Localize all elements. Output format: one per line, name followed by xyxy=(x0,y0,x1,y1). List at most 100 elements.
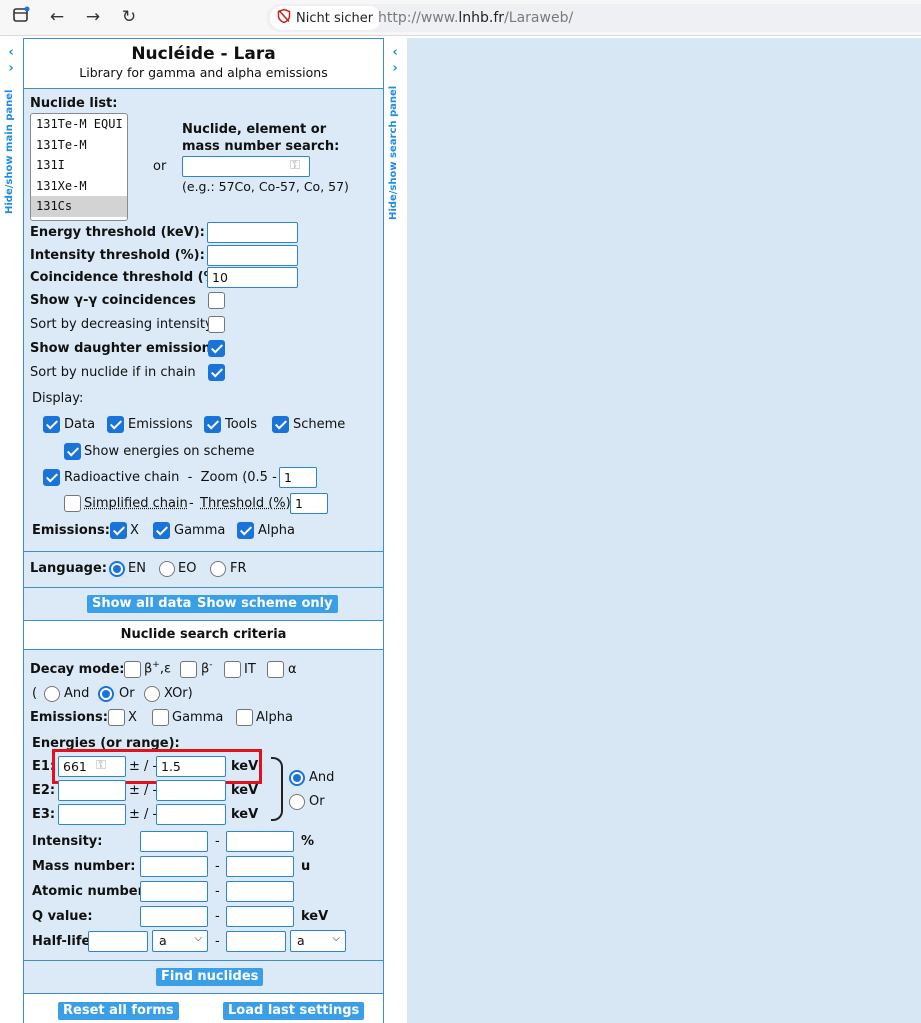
simplified-chain-checkbox[interactable] xyxy=(64,495,81,512)
atomic-min-input[interactable] xyxy=(140,881,208,902)
list-item[interactable]: 131Te-M EQUI xyxy=(31,114,127,135)
emissions-alpha-checkbox[interactable] xyxy=(237,522,254,539)
decay-it-checkbox[interactable] xyxy=(224,661,241,678)
open-paren: ( xyxy=(32,686,38,701)
intensity-min-input[interactable] xyxy=(140,831,208,852)
reset-all-forms-button[interactable]: Reset all forms xyxy=(58,1002,179,1020)
language-en-radio[interactable] xyxy=(109,561,125,577)
q-max-input[interactable] xyxy=(226,906,294,927)
half-life-max-unit-select[interactable]: a ⌵ xyxy=(290,930,346,952)
display-scheme-checkbox[interactable] xyxy=(272,416,289,433)
search-label-line2: mass number search: xyxy=(182,139,340,154)
intensity-unit: % xyxy=(301,834,315,849)
show-daughter-checkbox[interactable] xyxy=(208,340,225,357)
criteria-gamma-checkbox[interactable] xyxy=(152,709,169,726)
intensity-threshold-label: Intensity threshold (%): xyxy=(30,248,205,263)
criteria-gamma-label: Gamma xyxy=(172,710,224,725)
coincidence-threshold-input[interactable]: 10 xyxy=(207,267,298,288)
decay-and-label: And xyxy=(64,686,90,701)
display-tools-checkbox[interactable] xyxy=(204,416,221,433)
find-nuclides-button[interactable]: Find nuclides xyxy=(156,968,264,986)
energy-threshold-input[interactable] xyxy=(207,222,298,243)
tab-overview-icon[interactable] xyxy=(10,6,32,28)
decay-mode-label: Decay mode: xyxy=(30,662,125,677)
decay-beta-plus-checkbox[interactable] xyxy=(124,661,141,678)
list-item[interactable]: 131I xyxy=(31,155,127,176)
q-unit: keV xyxy=(301,909,329,924)
language-eo-radio[interactable] xyxy=(159,561,175,577)
security-indicator[interactable]: Nicht sicher xyxy=(270,6,382,30)
chevron-left-icon[interactable]: ‹ xyxy=(4,46,18,59)
decay-or-label: Or xyxy=(119,686,135,701)
toggle-search-panel-label[interactable]: Hide/show search panel xyxy=(388,86,402,220)
e3-label: E3: xyxy=(32,807,56,822)
intensity-max-input[interactable] xyxy=(226,831,294,852)
emissions-gamma-label: Gamma xyxy=(174,523,226,538)
e2-tolerance-input[interactable] xyxy=(156,780,226,801)
url-text[interactable]: http://www.lnhb.fr/Laraweb/ xyxy=(378,10,573,26)
address-bar[interactable]: Nicht sicher http://www.lnhb.fr/Laraweb/ xyxy=(266,4,921,32)
show-energies-checkbox[interactable] xyxy=(64,443,81,460)
decay-it-label: IT xyxy=(244,662,256,677)
show-gg-coincidences-checkbox[interactable] xyxy=(208,292,225,309)
energies-or-radio[interactable] xyxy=(289,794,305,810)
threshold-input[interactable]: 1 xyxy=(290,493,328,514)
range-dash: - xyxy=(215,834,220,849)
search-panel-toggle[interactable]: ‹ › Hide/show search panel xyxy=(384,38,407,1023)
list-item[interactable]: 131Xe-M xyxy=(31,176,127,197)
nuclide-listbox[interactable]: 131Te-M EQUI 131Te-M 131I 131Xe-M 131Cs xyxy=(30,113,128,221)
e3-plusminus: ± / - xyxy=(129,807,158,822)
simplified-chain-label: Simplified chain xyxy=(84,496,188,511)
emissions-x-label: X xyxy=(130,523,139,538)
toggle-main-panel-label[interactable]: Hide/show main panel xyxy=(4,90,18,214)
radioactive-chain-checkbox[interactable] xyxy=(43,469,60,486)
half-life-min-input[interactable] xyxy=(88,931,148,952)
criteria-emissions-label: Emissions: xyxy=(30,710,108,725)
q-min-input[interactable] xyxy=(140,906,208,927)
decay-beta-minus-checkbox[interactable] xyxy=(180,661,197,678)
energies-and-radio[interactable] xyxy=(289,770,305,786)
chevron-right-icon[interactable]: › xyxy=(388,62,402,75)
criteria-alpha-checkbox[interactable] xyxy=(236,709,253,726)
display-data-checkbox[interactable] xyxy=(43,416,60,433)
emissions-x-checkbox[interactable] xyxy=(110,522,127,539)
emissions-gamma-checkbox[interactable] xyxy=(153,522,170,539)
range-dash: - xyxy=(215,909,220,924)
mass-max-input[interactable] xyxy=(226,856,294,877)
panel-header: Nucléide - Lara Library for gamma and al… xyxy=(24,39,383,89)
atomic-max-input[interactable] xyxy=(226,881,294,902)
load-last-settings-button[interactable]: Load last settings xyxy=(223,1002,365,1020)
coincidence-threshold-label: Coincidence threshold (%): xyxy=(30,270,228,285)
back-icon[interactable]: ← xyxy=(46,6,68,28)
zoom-input[interactable]: 1 xyxy=(279,467,317,488)
show-scheme-only-button[interactable]: Show scheme only xyxy=(192,595,338,613)
intensity-threshold-input[interactable] xyxy=(207,245,298,266)
language-fr-radio[interactable] xyxy=(210,561,226,577)
decay-alpha-checkbox[interactable] xyxy=(267,661,284,678)
mass-min-input[interactable] xyxy=(140,856,208,877)
half-life-max-input[interactable] xyxy=(226,931,286,952)
display-emissions-checkbox[interactable] xyxy=(107,416,124,433)
show-all-data-button[interactable]: Show all data xyxy=(87,595,197,613)
decay-or-radio[interactable] xyxy=(98,686,114,702)
search-hint: (e.g.: 57Co, Co-57, Co, 57) xyxy=(182,179,349,194)
radioactive-chain-label: Radioactive chain - Zoom (0.5 - 5): xyxy=(64,470,299,485)
sort-nuclide-checkbox[interactable] xyxy=(208,364,225,381)
sort-intensity-checkbox[interactable] xyxy=(208,316,225,333)
decay-xor-radio[interactable] xyxy=(144,686,160,702)
e3-tolerance-input[interactable] xyxy=(156,804,226,825)
chevron-left-icon[interactable]: ‹ xyxy=(388,46,402,59)
list-item[interactable]: 131Te-M xyxy=(31,135,127,156)
list-item-selected[interactable]: 131Cs xyxy=(31,196,127,217)
e2-energy-input[interactable] xyxy=(58,780,126,801)
decay-and-radio[interactable] xyxy=(44,686,60,702)
chevron-right-icon[interactable]: › xyxy=(4,62,18,75)
threshold-label: Threshold (%): xyxy=(200,496,296,511)
half-life-min-unit-select[interactable]: a ⌵ xyxy=(152,930,208,952)
sort-nuclide-label: Sort by nuclide if in chain xyxy=(30,365,196,380)
criteria-x-checkbox[interactable] xyxy=(108,709,125,726)
reload-icon[interactable]: ↻ xyxy=(118,6,140,28)
e3-energy-input[interactable] xyxy=(58,804,126,825)
main-panel-toggle[interactable]: ‹ › Hide/show main panel xyxy=(0,38,23,1023)
forward-icon[interactable]: → xyxy=(82,6,104,28)
